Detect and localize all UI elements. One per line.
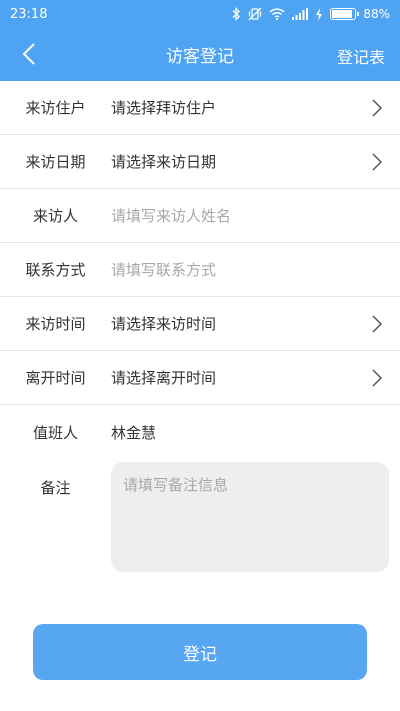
resident-label: 来访住户: [25, 99, 86, 117]
resident-row[interactable]: 来访住户 请选择拜访住户: [0, 81, 400, 135]
on-duty-value: 林金慧: [111, 423, 157, 442]
charging-icon: [315, 7, 323, 21]
visit-date-label: 来访日期: [25, 153, 86, 171]
registry-list-button[interactable]: 登记表: [337, 44, 385, 68]
visit-date-row[interactable]: 来访日期 请选择来访日期: [0, 135, 400, 189]
battery-icon: [330, 8, 360, 20]
notes-row: 备注: [0, 459, 400, 579]
contact-input[interactable]: [111, 260, 400, 279]
bluetooth-icon: [231, 7, 241, 21]
contact-label: 联系方式: [25, 261, 86, 279]
leave-time-select[interactable]: 请选择离开时间: [111, 367, 400, 388]
status-time: 23:18: [10, 6, 48, 22]
leave-time-row[interactable]: 离开时间 请选择离开时间: [0, 351, 400, 405]
header: 23:18 88% 访客登记 登记表: [0, 0, 400, 81]
submit-button[interactable]: 登记: [33, 624, 367, 680]
battery-level: [332, 10, 352, 18]
status-bar: 23:18 88%: [0, 0, 400, 28]
on-duty-label: 值班人: [32, 423, 78, 442]
page-title: 访客登记: [166, 47, 234, 67]
notes-label: 备注: [40, 479, 71, 497]
chevron-right-icon: [370, 368, 384, 388]
visit-time-row[interactable]: 来访时间 请选择来访时间: [0, 297, 400, 351]
chevron-right-icon: [370, 314, 384, 334]
status-icons: 88%: [231, 7, 390, 21]
wifi-icon: [269, 8, 285, 20]
leave-time-label: 离开时间: [25, 369, 86, 387]
visit-time-select[interactable]: 请选择来访时间: [111, 313, 400, 334]
visit-time-label: 来访时间: [25, 315, 86, 333]
resident-select[interactable]: 请选择拜访住户: [111, 97, 400, 118]
visitor-name-input[interactable]: [111, 206, 400, 225]
back-button[interactable]: [16, 41, 42, 67]
visitor-name-row: 来访人: [0, 189, 400, 243]
chevron-right-icon: [370, 152, 384, 172]
on-duty-row: 值班人 林金慧: [0, 405, 400, 459]
chevron-right-icon: [370, 98, 384, 118]
signal-icon: [292, 8, 309, 20]
vibrate-off-icon: [248, 7, 262, 21]
battery-percent: 88%: [363, 7, 390, 21]
contact-row: 联系方式: [0, 243, 400, 297]
nav-bar: 访客登记 登记表: [0, 28, 400, 81]
back-arrow-icon: [22, 43, 35, 65]
visit-date-select[interactable]: 请选择来访日期: [111, 151, 400, 172]
visitor-form: 来访住户 请选择拜访住户 来访日期 请选择来访日期 来访人 联系方式 来访时间 …: [0, 81, 400, 579]
visitor-name-label: 来访人: [32, 207, 78, 225]
notes-textarea[interactable]: [111, 462, 389, 572]
